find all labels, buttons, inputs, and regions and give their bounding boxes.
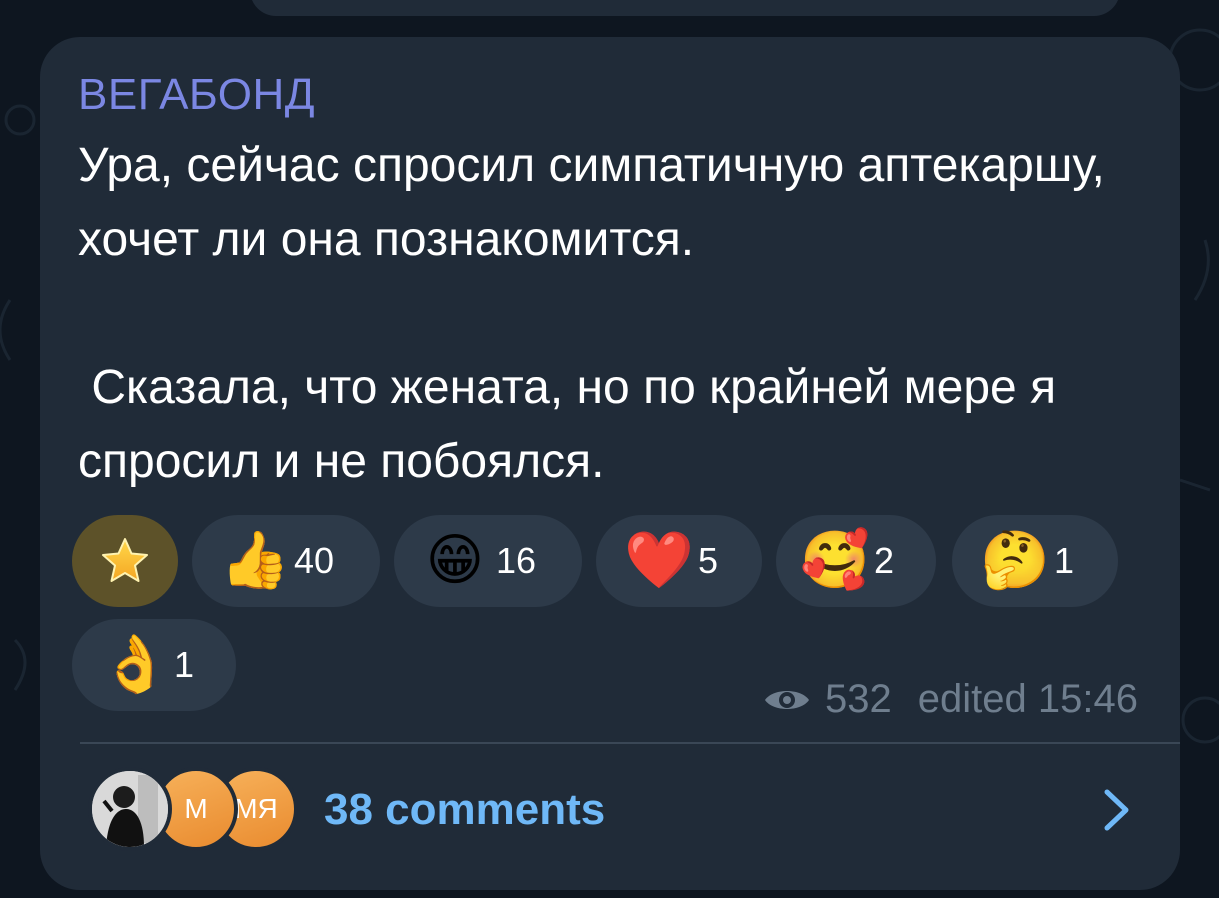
reaction-ok-hand[interactable]: 👌 1 <box>72 619 236 711</box>
chevron-right-icon <box>1104 789 1129 831</box>
star-icon <box>102 538 148 582</box>
reaction-smiling-hearts[interactable]: 🥰 2 <box>776 515 936 607</box>
reaction-grin[interactable]: 😁 16 <box>394 515 582 607</box>
thumbs-up-icon: 👍 <box>220 528 290 593</box>
edited-timestamp: edited 15:46 <box>917 677 1138 721</box>
reaction-thinking[interactable]: 🤔 1 <box>952 515 1118 607</box>
divider <box>80 742 1180 744</box>
previous-message-bubble <box>250 0 1120 16</box>
eye-icon <box>765 690 810 709</box>
reaction-star[interactable] <box>72 515 178 607</box>
heart-icon: ❤️ <box>624 528 694 593</box>
reaction-count: 40 <box>294 540 335 581</box>
channel-post-bubble: ВЕГАБОНД Ура, сейчас спросил симпатичную… <box>40 37 1180 890</box>
grinning-face-icon: 😁 <box>425 528 485 593</box>
reaction-thumbs-up[interactable]: 👍 40 <box>192 515 380 607</box>
message-text: Ура, сейчас спросил симпатичную аптекарш… <box>78 139 1105 488</box>
author-name[interactable]: ВЕГАБОНД <box>78 70 315 120</box>
post-meta: 532 edited 15:46 <box>763 677 1138 722</box>
thinking-face-icon: 🤔 <box>980 528 1050 593</box>
reaction-count: 1 <box>174 644 195 685</box>
profile-photo-icon <box>92 771 168 847</box>
ok-hand-icon: 👌 <box>100 632 170 697</box>
reaction-count: 2 <box>874 540 895 581</box>
comments-button[interactable]: М МЯ 38 comments <box>40 745 1180 875</box>
comments-count-label: 38 comments <box>324 785 606 834</box>
reaction-heart[interactable]: ❤️ 5 <box>596 515 762 607</box>
smiling-face-hearts-icon: 🥰 <box>800 528 870 593</box>
reaction-count: 16 <box>496 540 537 581</box>
reaction-count: 5 <box>698 540 719 581</box>
reaction-count: 1 <box>1054 540 1075 581</box>
views-count: 532 <box>825 677 892 721</box>
avatar <box>88 767 172 851</box>
